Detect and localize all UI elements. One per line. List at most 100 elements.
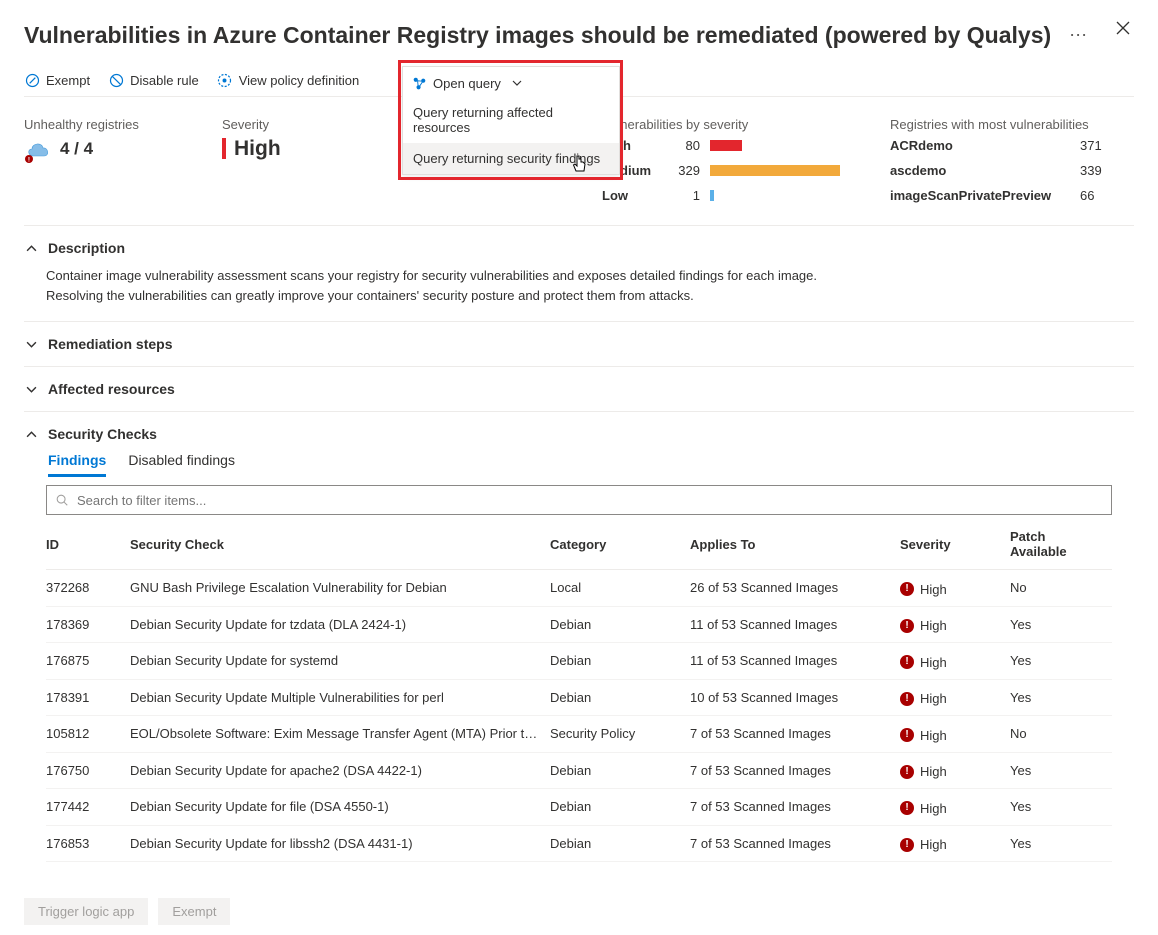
section-title-affected: Affected resources [48, 381, 175, 397]
registry-row-count: 339 [1080, 163, 1120, 178]
table-row[interactable]: 178369Debian Security Update for tzdata … [46, 606, 1112, 643]
exempt-button[interactable]: Exempt [24, 72, 90, 88]
section-toggle-affected[interactable]: Affected resources [24, 377, 1134, 401]
cell-applies: 7 of 53 Scanned Images [690, 825, 900, 862]
disable-rule-icon [108, 72, 124, 88]
cell-category: Debian [550, 679, 690, 716]
cell-applies: 7 of 53 Scanned Images [690, 752, 900, 789]
query-security-findings-item[interactable]: Query returning security findings [403, 143, 619, 174]
cell-severity: !High [900, 825, 1010, 862]
table-row[interactable]: 372268GNU Bash Privilege Escalation Vuln… [46, 570, 1112, 607]
query-security-findings-label: Query returning security findings [413, 151, 600, 166]
footer-exempt-button[interactable]: Exempt [158, 898, 230, 925]
cell-id: 178391 [46, 679, 130, 716]
cell-severity: !High [900, 643, 1010, 680]
cell-patch: Yes [1010, 606, 1112, 643]
cell-check: GNU Bash Privilege Escalation Vulnerabil… [130, 570, 550, 607]
cell-applies: 7 of 53 Scanned Images [690, 789, 900, 826]
col-header-patch[interactable]: Patch Available [1010, 519, 1112, 570]
col-header-category[interactable]: Category [550, 519, 690, 570]
unhealthy-registries-label: Unhealthy registries [24, 117, 194, 132]
sev-low-bar [710, 190, 714, 201]
registry-row-count: 66 [1080, 188, 1120, 203]
table-row[interactable]: 178391Debian Security Update Multiple Vu… [46, 679, 1112, 716]
cell-patch: Yes [1010, 825, 1112, 862]
section-title-description: Description [48, 240, 125, 256]
open-query-label: Open query [433, 76, 501, 91]
cell-patch: Yes [1010, 752, 1112, 789]
cell-id: 372268 [46, 570, 130, 607]
sev-medium-bar [710, 165, 840, 176]
cell-id: 176853 [46, 825, 130, 862]
cell-applies: 11 of 53 Scanned Images [690, 606, 900, 643]
cell-check: EOL/Obsolete Software: Exim Message Tran… [130, 716, 550, 753]
section-toggle-checks[interactable]: Security Checks [24, 422, 1134, 446]
cell-applies: 11 of 53 Scanned Images [690, 643, 900, 680]
cell-patch: Yes [1010, 679, 1112, 716]
col-header-severity[interactable]: Severity [900, 519, 1010, 570]
sev-high-count: 80 [670, 138, 710, 153]
table-row[interactable]: 176853Debian Security Update for libssh2… [46, 825, 1112, 862]
chevron-up-icon [24, 427, 38, 441]
severity-high-icon: ! [900, 582, 914, 596]
col-header-check[interactable]: Security Check [130, 519, 550, 570]
disable-rule-label: Disable rule [130, 73, 199, 88]
view-policy-button[interactable]: View policy definition [217, 72, 359, 88]
open-query-button[interactable]: Open query [403, 67, 619, 97]
cell-severity: !High [900, 716, 1010, 753]
table-row[interactable]: 177442Debian Security Update for file (D… [46, 789, 1112, 826]
col-header-id[interactable]: ID [46, 519, 130, 570]
registry-row-name: ACRdemo [890, 138, 1080, 153]
cell-severity: !High [900, 570, 1010, 607]
cell-category: Debian [550, 825, 690, 862]
search-input-wrap[interactable] [46, 485, 1112, 515]
exempt-label: Exempt [46, 73, 90, 88]
chevron-down-icon [509, 75, 525, 91]
cell-id: 176750 [46, 752, 130, 789]
col-header-applies[interactable]: Applies To [690, 519, 900, 570]
cell-applies: 10 of 53 Scanned Images [690, 679, 900, 716]
section-title-remediation: Remediation steps [48, 336, 172, 352]
section-toggle-remediation[interactable]: Remediation steps [24, 332, 1134, 356]
sev-low-label: Low [602, 188, 670, 203]
description-line: Container image vulnerability assessment… [46, 266, 1134, 286]
table-row[interactable]: 105812EOL/Obsolete Software: Exim Messag… [46, 716, 1112, 753]
cell-patch: No [1010, 570, 1112, 607]
cell-check: Debian Security Update for apache2 (DSA … [130, 752, 550, 789]
tab-disabled-findings[interactable]: Disabled findings [128, 452, 235, 477]
search-icon [55, 493, 69, 507]
query-affected-resources-item[interactable]: Query returning affected resources [403, 97, 619, 143]
cell-applies: 26 of 53 Scanned Images [690, 570, 900, 607]
page-title: Vulnerabilities in Azure Container Regis… [24, 22, 1051, 49]
severity-high-icon: ! [900, 801, 914, 815]
unhealthy-registries-value: 4 / 4 [60, 139, 93, 159]
chevron-down-icon [24, 337, 38, 351]
exempt-icon [24, 72, 40, 88]
cell-category: Security Policy [550, 716, 690, 753]
severity-high-icon: ! [900, 838, 914, 852]
more-actions-icon[interactable]: ⋯ [1065, 25, 1092, 46]
cell-check: Debian Security Update for systemd [130, 643, 550, 680]
table-row[interactable]: 176750Debian Security Update for apache2… [46, 752, 1112, 789]
trigger-logic-app-button[interactable]: Trigger logic app [24, 898, 148, 925]
cell-severity: !High [900, 789, 1010, 826]
cell-check: Debian Security Update Multiple Vulnerab… [130, 679, 550, 716]
close-icon[interactable] [1112, 16, 1134, 44]
cell-severity: !High [900, 679, 1010, 716]
table-row[interactable]: 176875Debian Security Update for systemd… [46, 643, 1112, 680]
chevron-down-icon [24, 382, 38, 396]
open-query-icon [411, 75, 427, 91]
search-input[interactable] [75, 492, 1103, 509]
svg-text:!: ! [28, 157, 30, 164]
policy-icon [217, 72, 233, 88]
cell-check: Debian Security Update for file (DSA 455… [130, 789, 550, 826]
registry-row-name: imageScanPrivatePreview [890, 188, 1080, 203]
section-toggle-description[interactable]: Description [24, 236, 1134, 260]
severity-high-icon: ! [900, 655, 914, 669]
cell-patch: Yes [1010, 789, 1112, 826]
cell-id: 105812 [46, 716, 130, 753]
registries-most-vulns-label: Registries with most vulnerabilities [890, 117, 1134, 132]
disable-rule-button[interactable]: Disable rule [108, 72, 199, 88]
tab-findings[interactable]: Findings [48, 452, 106, 477]
cell-category: Debian [550, 789, 690, 826]
